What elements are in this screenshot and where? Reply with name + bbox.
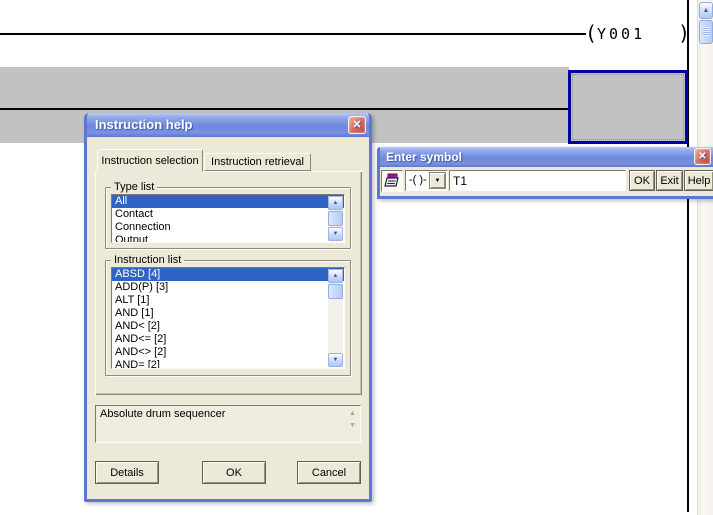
- exit-button[interactable]: Exit: [656, 170, 683, 191]
- instruction-list-group-label: Instruction list: [111, 254, 185, 266]
- list-item[interactable]: Connection: [112, 221, 344, 234]
- scroll-up-icon[interactable]: ▲: [328, 269, 343, 283]
- scroll-down-icon: ▼: [349, 422, 356, 429]
- scrollbar-thumb[interactable]: [328, 284, 343, 299]
- instruction-listbox[interactable]: ABSD [4] ADD(P) [3] ALT [1] AND [1] AND<…: [111, 267, 345, 369]
- instruction-help-dialog: Instruction help ✕ Instruction selection…: [84, 113, 372, 502]
- coil-open-paren: (: [585, 21, 598, 45]
- scroll-up-icon[interactable]: ▲: [328, 196, 343, 210]
- list-item[interactable]: AND<= [2]: [112, 333, 344, 346]
- list-item[interactable]: AND [1]: [112, 307, 344, 320]
- type-listbox-scrollbar[interactable]: ▲ ▼: [328, 196, 343, 241]
- instruction-help-title: Instruction help: [95, 117, 193, 132]
- list-item[interactable]: AND= [2]: [112, 359, 344, 368]
- plc-editor-window: { "icons": { "close": "✕", "up_arrow": "…: [0, 0, 713, 515]
- details-button[interactable]: Details: [95, 461, 159, 484]
- close-icon[interactable]: ✕: [694, 148, 711, 165]
- tab-instruction-selection[interactable]: Instruction selection: [97, 149, 203, 172]
- description-text: Absolute drum sequencer: [100, 408, 226, 420]
- ladder-rung-line: [0, 33, 586, 35]
- symbol-input[interactable]: [449, 170, 626, 191]
- instruction-listbox-scrollbar[interactable]: ▲ ▼: [328, 269, 343, 367]
- list-item[interactable]: AND<> [2]: [112, 346, 344, 359]
- list-item[interactable]: ADD(P) [3]: [112, 281, 344, 294]
- enter-symbol-titlebar[interactable]: Enter symbol ✕: [380, 147, 713, 167]
- list-item[interactable]: All: [112, 195, 344, 208]
- main-vertical-scrollbar[interactable]: ▲: [697, 0, 713, 515]
- symbol-type-value: -( )-: [409, 174, 427, 186]
- symbol-pad-icon: [384, 173, 399, 187]
- description-box: Absolute drum sequencer ▲ ▼: [95, 405, 361, 443]
- enter-symbol-title: Enter symbol: [386, 150, 463, 164]
- scroll-up-icon[interactable]: ▲: [699, 2, 713, 19]
- coil-close-paren: ): [678, 21, 691, 45]
- ok-button[interactable]: OK: [202, 461, 266, 484]
- symbol-pad-button[interactable]: [381, 170, 403, 192]
- help-button[interactable]: Help: [684, 170, 713, 191]
- list-item[interactable]: ABSD [4]: [112, 268, 344, 281]
- type-list-group-label: Type list: [111, 181, 158, 193]
- dropdown-arrow-icon[interactable]: ▼: [429, 172, 446, 189]
- tab-instruction-retrieval[interactable]: Instruction retrieval: [204, 153, 311, 171]
- scroll-down-icon[interactable]: ▼: [328, 353, 343, 367]
- scroll-up-icon: ▲: [349, 410, 356, 417]
- tab-label: Instruction selection: [101, 155, 199, 167]
- scrollbar-thumb[interactable]: [699, 20, 713, 44]
- symbol-type-combobox[interactable]: -( )- ▼: [405, 170, 448, 191]
- type-listbox[interactable]: All Contact Connection Output ▲ ▼: [111, 194, 345, 243]
- close-icon[interactable]: ✕: [348, 116, 366, 134]
- output-coil-label: Y001: [597, 25, 646, 43]
- ladder-rung-line-2: [0, 108, 569, 110]
- list-item[interactable]: Output: [112, 234, 344, 242]
- selection-box[interactable]: [568, 70, 688, 144]
- enter-symbol-dialog: Enter symbol ✕ -( )- ▼ OK Exit Help: [377, 147, 713, 199]
- list-item[interactable]: AND< [2]: [112, 320, 344, 333]
- list-item[interactable]: ALT [1]: [112, 294, 344, 307]
- tab-label: Instruction retrieval: [211, 156, 304, 168]
- scrollbar-thumb[interactable]: [328, 211, 343, 226]
- ok-button[interactable]: OK: [629, 170, 655, 191]
- cancel-button[interactable]: Cancel: [297, 461, 361, 484]
- scroll-down-icon[interactable]: ▼: [328, 227, 343, 241]
- list-item[interactable]: Contact: [112, 208, 344, 221]
- instruction-help-titlebar[interactable]: Instruction help ✕: [87, 113, 369, 137]
